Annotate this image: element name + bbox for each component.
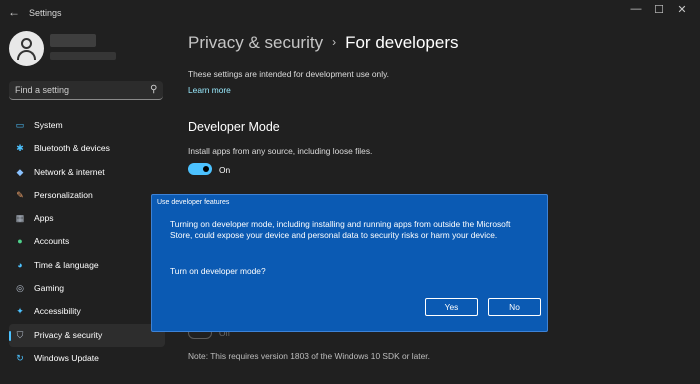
shield-icon: ⛉ [16, 329, 24, 340]
close-icon[interactable]: ✕ [672, 3, 692, 16]
bluetooth-icon: ✱ [16, 143, 24, 154]
sidebar-item-apps[interactable]: ▦ Apps [9, 207, 165, 230]
yes-button[interactable]: Yes [425, 298, 478, 316]
apps-icon: ▦ [15, 213, 25, 224]
sidebar-item-label: Accessibility [34, 306, 81, 317]
brush-icon: ✎ [16, 189, 24, 200]
accessibility-icon: ✦ [16, 306, 24, 317]
avatar-head-shape [21, 38, 32, 49]
search-box[interactable]: ⚲ [9, 81, 163, 100]
search-input[interactable] [15, 83, 140, 97]
back-arrow-icon[interactable]: ← [8, 5, 20, 19]
sidebar-item-network-and-internet[interactable]: ◆ Network & internet [9, 161, 165, 184]
developer-mode-description: Install apps from any source, including … [188, 146, 373, 156]
update-icon: ↻ [16, 352, 24, 363]
sidebar-item-label: Windows Update [34, 352, 99, 363]
sidebar-item-label: Personalization [34, 189, 93, 200]
sidebar-item-label: Accounts [34, 236, 70, 247]
avatar-body-shape [17, 50, 36, 60]
sidebar-item-accounts[interactable]: ● Accounts [9, 230, 165, 253]
developer-mode-toggle[interactable] [188, 163, 212, 175]
sidebar-item-label: Gaming [34, 283, 65, 294]
sdk-note: Note: This requires version 1803 of the … [188, 351, 430, 361]
dialog-title: Use developer features [157, 199, 230, 206]
developer-mode-heading: Developer Mode [188, 120, 280, 134]
avatar[interactable] [9, 31, 44, 66]
sidebar-item-label: Apps [34, 213, 54, 224]
blurred-user-name [50, 34, 96, 47]
sidebar-item-system[interactable]: ▭ System [9, 114, 165, 137]
sidebar-item-privacy-and-security[interactable]: ⛉ Privacy & security [9, 323, 165, 347]
sidebar-item-label: System [34, 120, 63, 130]
globe-icon: ◕ [17, 259, 23, 270]
intro-text: These settings are intended for developm… [188, 69, 389, 79]
sidebar-item-gaming[interactable]: ◎ Gaming [9, 277, 165, 300]
sidebar-item-label: Network & internet [34, 166, 105, 177]
person-icon: ● [17, 236, 23, 247]
monitor-icon: ▭ [15, 120, 25, 130]
dialog-body: Turning on developer mode, including ins… [170, 219, 511, 240]
maximize-icon[interactable]: ☐ [649, 3, 669, 16]
minimize-icon[interactable]: — [626, 3, 646, 15]
sidebar-item-windows-update[interactable]: ↻ Windows Update [9, 347, 165, 370]
no-button[interactable]: No [488, 298, 541, 316]
sidebar-item-accessibility[interactable]: ✦ Accessibility [9, 300, 165, 323]
app-title: Settings [29, 8, 62, 18]
toggle-knob [203, 166, 209, 172]
breadcrumb: Privacy & security › For developers [188, 33, 458, 53]
blurred-user-email [50, 52, 116, 60]
dialog-question: Turn on developer mode? [170, 266, 266, 276]
developer-mode-toggle-state: On [219, 165, 231, 175]
learn-more-link[interactable]: Learn more [188, 85, 231, 95]
sidebar-item-label: Time & language [34, 259, 99, 270]
sidebar-item-label: Privacy & security [34, 329, 103, 340]
sidebar-item-label: Bluetooth & devices [34, 143, 110, 154]
sidebar-item-bluetooth-and-devices[interactable]: ✱ Bluetooth & devices [9, 137, 165, 160]
search-icon[interactable]: ⚲ [150, 84, 157, 95]
sidebar-item-time-and-language[interactable]: ◕ Time & language [9, 254, 165, 277]
chevron-right-icon: › [332, 35, 337, 49]
wifi-icon: ◆ [16, 166, 24, 177]
sidebar-nav: ▭ System ✱ Bluetooth & devices ◆ Network & in… [9, 114, 165, 370]
title-bar: ← Settings — ☐ ✕ [0, 0, 700, 26]
page-title: For developers [345, 33, 459, 52]
breadcrumb-parent[interactable]: Privacy & security [188, 33, 323, 52]
sidebar-item-personalization[interactable]: ✎ Personalization [9, 184, 165, 207]
developer-features-dialog: Use developer features Turning on develo… [151, 194, 548, 332]
gamepad-icon: ◎ [16, 283, 24, 294]
